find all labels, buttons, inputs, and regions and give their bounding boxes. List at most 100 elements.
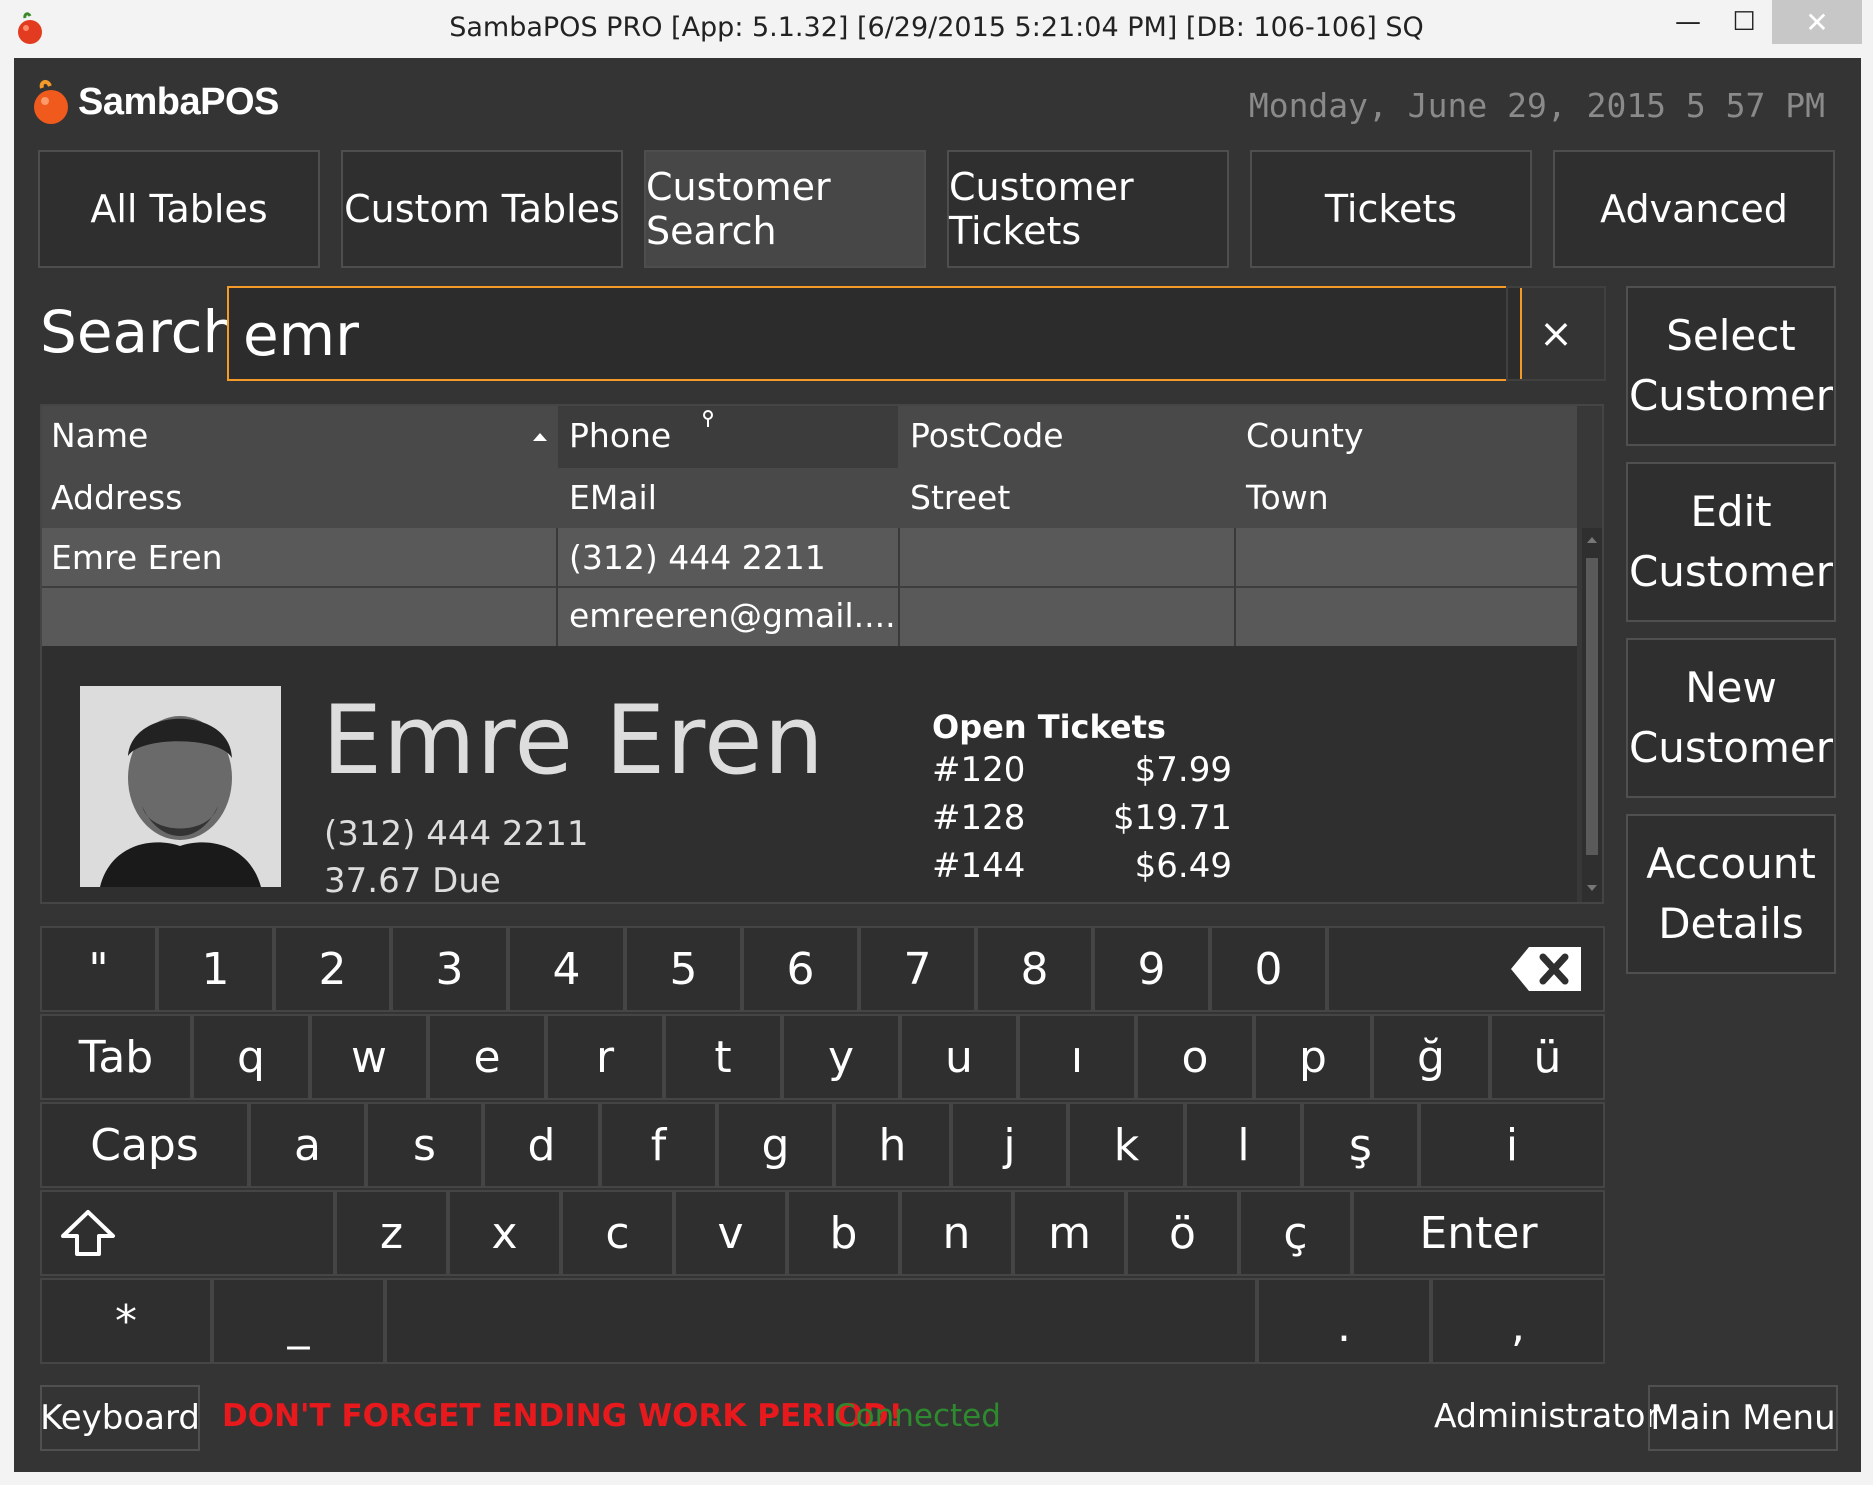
maximize-button[interactable]: ☐ [1716, 0, 1772, 44]
key-r[interactable]: r [546, 1014, 664, 1100]
scroll-up-icon[interactable] [1586, 536, 1598, 544]
cell-phone: (312) 444 2211 [569, 538, 826, 577]
window-title: SambaPOS PRO [App: 5.1.32] [6/29/2015 5:… [449, 12, 1424, 43]
scrollbar-thumb[interactable] [1586, 558, 1598, 855]
column-header-address[interactable]: Address [51, 478, 182, 517]
key-2[interactable]: 2 [274, 926, 391, 1012]
clear-search-button[interactable]: × [1506, 286, 1606, 381]
grid-scrollbar[interactable] [1582, 528, 1602, 902]
key-period[interactable]: . [1257, 1278, 1431, 1364]
key-9[interactable]: 9 [1093, 926, 1210, 1012]
key-n[interactable]: n [900, 1190, 1013, 1276]
key-g[interactable]: g [717, 1102, 834, 1188]
open-tickets-title: Open Tickets [932, 708, 1166, 746]
edit-customer-label-2: Customer [1628, 547, 1833, 596]
work-period-warning: DON'T FORGET ENDING WORK PERIOD! [222, 1398, 903, 1434]
key-u-umlaut[interactable]: ü [1490, 1014, 1605, 1100]
key-1[interactable]: 1 [157, 926, 274, 1012]
backspace-key[interactable] [1327, 926, 1605, 1012]
key-underscore[interactable]: _ [212, 1278, 385, 1364]
key-l[interactable]: l [1185, 1102, 1302, 1188]
row-divider [42, 586, 1577, 588]
main-menu-button[interactable]: Main Menu [1648, 1385, 1838, 1451]
column-header-postcode[interactable]: PostCode [910, 416, 1064, 455]
apple-logo-icon [34, 79, 68, 124]
column-divider [898, 528, 900, 646]
key-c[interactable]: c [561, 1190, 674, 1276]
key-asterisk[interactable]: * [40, 1278, 212, 1364]
key-q[interactable]: q [192, 1014, 310, 1100]
key-b[interactable]: b [787, 1190, 900, 1276]
key-g-breve[interactable]: ğ [1372, 1014, 1490, 1100]
edit-customer-button[interactable]: Edit Customer [1626, 462, 1836, 622]
key-0[interactable]: 0 [1210, 926, 1327, 1012]
key-dotless-i[interactable]: ı [1018, 1014, 1136, 1100]
key-z[interactable]: z [335, 1190, 448, 1276]
key-m[interactable]: m [1013, 1190, 1126, 1276]
table-row[interactable]: Emre Eren (312) 444 2211 emreeren@gmail.… [42, 528, 1577, 646]
tab-advanced[interactable]: Advanced [1553, 150, 1835, 268]
key-v[interactable]: v [674, 1190, 787, 1276]
shift-key[interactable] [40, 1190, 335, 1276]
column-header-phone[interactable]: Phone [569, 416, 671, 455]
minimize-button[interactable]: — [1660, 0, 1716, 44]
space-key[interactable] [385, 1278, 1257, 1364]
app-window: SambaPOS PRO [App: 5.1.32] [6/29/2015 5:… [0, 0, 1873, 1485]
key-s-cedilla[interactable]: ş [1302, 1102, 1419, 1188]
key-6[interactable]: 6 [742, 926, 859, 1012]
sambapos-logo: SambaPOS [30, 78, 279, 126]
column-header-county[interactable]: County [1246, 416, 1364, 455]
select-customer-label-2: Customer [1628, 371, 1833, 420]
select-customer-button[interactable]: Select Customer [1626, 286, 1836, 446]
key-7[interactable]: 7 [859, 926, 976, 1012]
key-s[interactable]: s [366, 1102, 483, 1188]
column-header-name[interactable]: Name [51, 416, 148, 455]
key-5[interactable]: 5 [625, 926, 742, 1012]
enter-key[interactable]: Enter [1352, 1190, 1605, 1276]
key-x[interactable]: x [448, 1190, 561, 1276]
keyboard-toggle-button[interactable]: Keyboard [40, 1385, 200, 1451]
key-o[interactable]: o [1136, 1014, 1254, 1100]
column-divider [1234, 528, 1236, 646]
tab-custom-tables[interactable]: Custom Tables [341, 150, 623, 268]
key-e[interactable]: e [428, 1014, 546, 1100]
key-j[interactable]: j [951, 1102, 1068, 1188]
key-h[interactable]: h [834, 1102, 951, 1188]
ticket-id: #128 [932, 798, 1026, 838]
key-3[interactable]: 3 [391, 926, 508, 1012]
key-w[interactable]: w [310, 1014, 428, 1100]
tab-tickets[interactable]: Tickets [1250, 150, 1532, 268]
customer-phone: (312) 444 2211 [324, 814, 589, 854]
account-details-button[interactable]: Account Details [1626, 814, 1836, 974]
key-p[interactable]: p [1254, 1014, 1372, 1100]
clock-display: Monday, June 29, 2015 5 57 PM [1248, 86, 1825, 125]
column-header-town[interactable]: Town [1246, 478, 1329, 517]
tab-customer-search[interactable]: Customer Search [644, 150, 926, 268]
key-u[interactable]: u [900, 1014, 1018, 1100]
customer-grid: Name Phone PostCode County Address EMail… [40, 404, 1604, 904]
tab-key[interactable]: Tab [40, 1014, 192, 1100]
key-t[interactable]: t [664, 1014, 782, 1100]
key-d[interactable]: d [483, 1102, 600, 1188]
account-details-label-1: Account [1646, 839, 1816, 888]
column-header-street[interactable]: Street [910, 478, 1010, 517]
key-4[interactable]: 4 [508, 926, 625, 1012]
key-k[interactable]: k [1068, 1102, 1185, 1188]
tab-all-tables[interactable]: All Tables [38, 150, 320, 268]
key-o-umlaut[interactable]: ö [1126, 1190, 1239, 1276]
search-input[interactable] [241, 296, 1505, 373]
key-a[interactable]: a [249, 1102, 366, 1188]
key-y[interactable]: y [782, 1014, 900, 1100]
tab-customer-tickets[interactable]: Customer Tickets [947, 150, 1229, 268]
key-comma[interactable]: , [1431, 1278, 1605, 1364]
scroll-down-icon[interactable] [1586, 884, 1598, 892]
close-button[interactable]: ✕ [1772, 0, 1862, 44]
key-i[interactable]: i [1419, 1102, 1605, 1188]
key-quote[interactable]: " [40, 926, 157, 1012]
key-c-cedilla[interactable]: ç [1239, 1190, 1352, 1276]
column-header-email[interactable]: EMail [569, 478, 657, 517]
caps-key[interactable]: Caps [40, 1102, 249, 1188]
key-8[interactable]: 8 [976, 926, 1093, 1012]
key-f[interactable]: f [600, 1102, 717, 1188]
new-customer-button[interactable]: New Customer [1626, 638, 1836, 798]
